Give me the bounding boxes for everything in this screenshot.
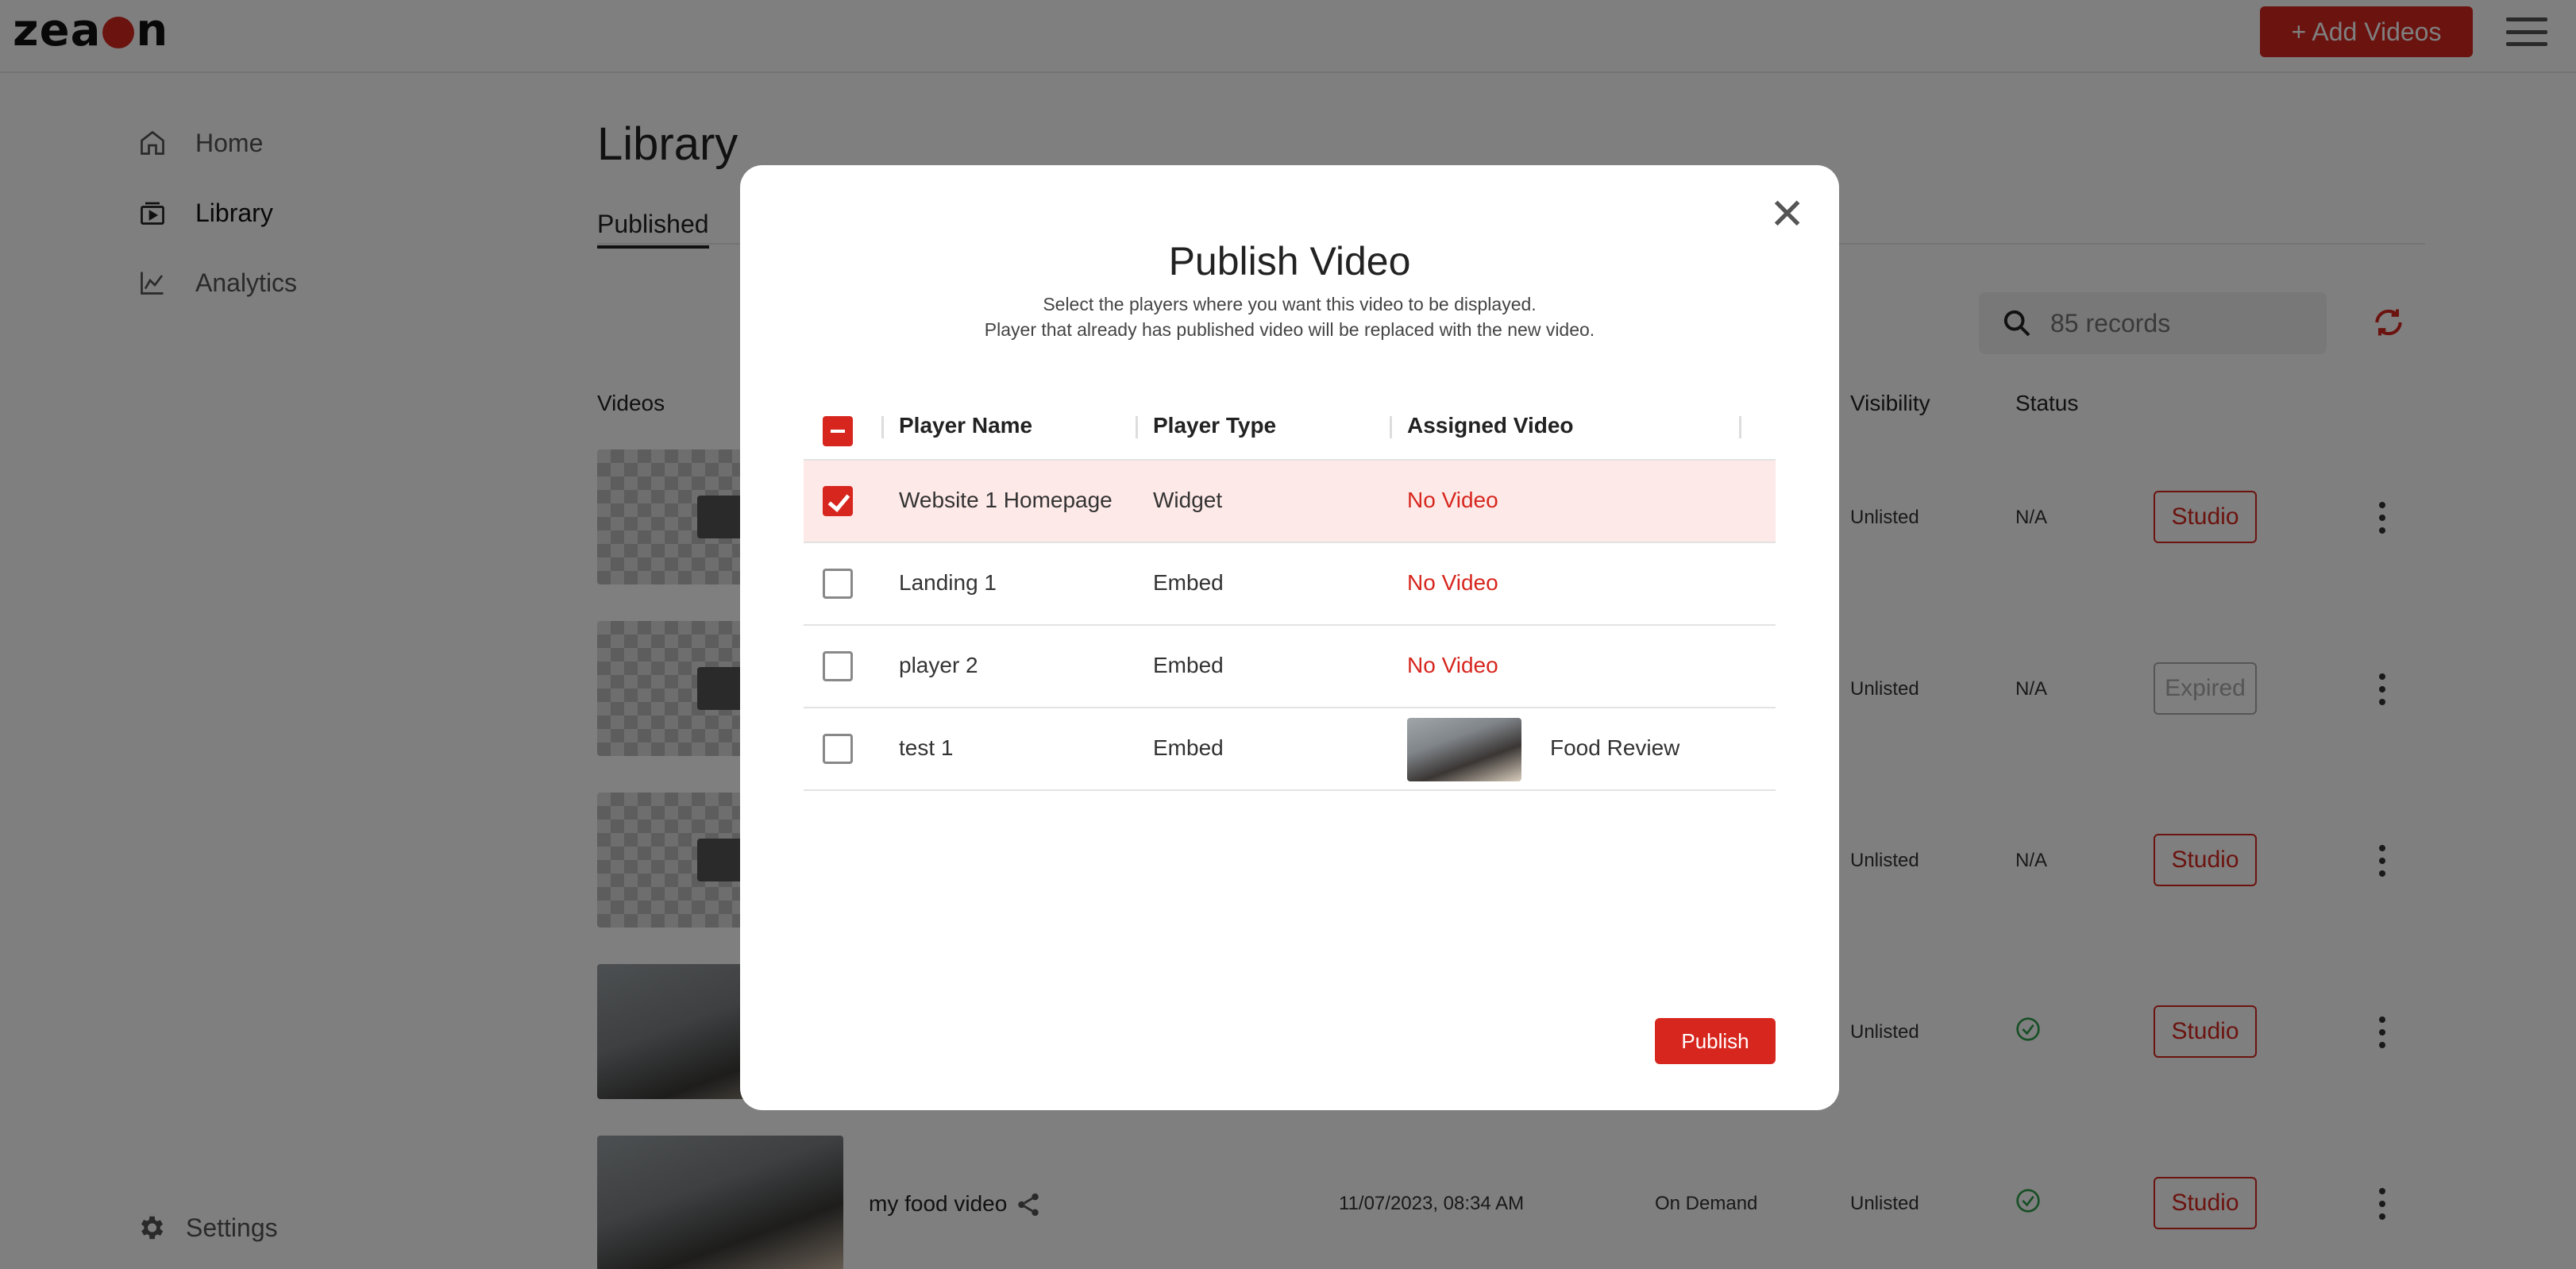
player-type: Widget: [1153, 488, 1223, 512]
table-row[interactable]: test 1 Embed Food Review: [804, 708, 1776, 791]
player-name: test 1: [899, 735, 954, 760]
assigned-video: No Video: [1407, 488, 1498, 512]
player-type: Embed: [1153, 653, 1224, 677]
assigned-video: No Video: [1407, 570, 1498, 595]
table-row[interactable]: Website 1 Homepage Widget No Video: [804, 461, 1776, 543]
column-divider: [1136, 416, 1138, 438]
player-name: Landing 1: [899, 570, 997, 595]
table-row[interactable]: player 2 Embed No Video: [804, 626, 1776, 708]
player-name: player 2: [899, 653, 978, 677]
player-type: Embed: [1153, 570, 1224, 595]
table-row[interactable]: Landing 1 Embed No Video: [804, 543, 1776, 626]
column-divider: [1390, 416, 1392, 438]
players-table-header: Player Name Player Type Assigned Video: [804, 388, 1776, 461]
assigned-video: Food Review: [1550, 735, 1680, 760]
player-name: Website 1 Homepage: [899, 488, 1113, 512]
row-checkbox[interactable]: [823, 486, 853, 516]
column-header-player-name[interactable]: Player Name: [899, 413, 1032, 438]
modal-subtitle: Select the players where you want this v…: [1043, 294, 1537, 314]
row-checkbox[interactable]: [823, 651, 853, 681]
row-checkbox[interactable]: [823, 569, 853, 599]
assigned-video: No Video: [1407, 653, 1498, 677]
column-divider: [1739, 416, 1741, 438]
select-all-checkbox[interactable]: [823, 416, 853, 446]
row-checkbox[interactable]: [823, 734, 853, 764]
publish-button[interactable]: Publish: [1655, 1018, 1776, 1064]
modal-subtitle: Player that already has published video …: [984, 319, 1595, 340]
modal-title: Publish Video: [1168, 239, 1411, 284]
player-type: Embed: [1153, 735, 1224, 760]
close-icon[interactable]: ✕: [1769, 193, 1805, 236]
column-header-player-type[interactable]: Player Type: [1153, 413, 1276, 438]
publish-video-modal: ✕ Publish Video Select the players where…: [740, 165, 1839, 1110]
column-header-assigned-video[interactable]: Assigned Video: [1407, 413, 1574, 438]
assigned-video-thumbnail: [1407, 718, 1521, 781]
column-divider: [881, 416, 884, 438]
